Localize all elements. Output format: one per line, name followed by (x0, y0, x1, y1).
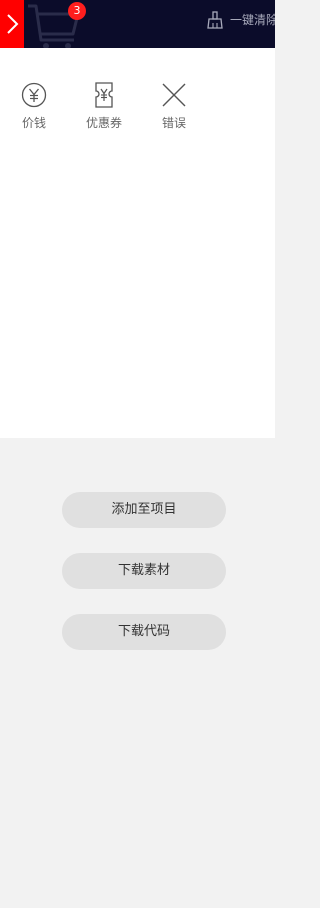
expand-toggle-button[interactable] (0, 0, 24, 48)
close-x-icon (162, 83, 186, 107)
tool-coupon-label: 优惠券 (85, 116, 122, 130)
action-area: 添加至项目 下载素材 下载代码 (0, 438, 275, 908)
tool-error-label: 错误 (161, 116, 186, 130)
cart-count-badge: 3 (68, 2, 86, 20)
add-to-project-button[interactable]: 添加至项目 (62, 492, 226, 528)
tool-panel: 价钱 优惠券 错误 (0, 48, 275, 438)
page: 3 一键清除 价钱 优惠券 错误 添加至项目 下载素材 下载代码 (0, 0, 275, 908)
tool-error[interactable]: 错误 (144, 82, 204, 130)
download-code-button[interactable]: 下载代码 (62, 614, 226, 650)
yen-circle-icon (21, 82, 47, 108)
chevron-right-icon (7, 14, 19, 34)
top-bar: 3 一键清除 (0, 0, 275, 48)
tool-price-label: 价钱 (21, 116, 46, 130)
clear-all-label: 一键清除 (230, 13, 275, 27)
coupon-icon (95, 82, 113, 108)
tool-coupon[interactable]: 优惠券 (74, 82, 134, 130)
tool-price[interactable]: 价钱 (4, 82, 64, 130)
download-assets-button[interactable]: 下载素材 (62, 553, 226, 589)
clear-all-button[interactable]: 一键清除 (206, 10, 275, 30)
broom-icon (207, 11, 223, 29)
